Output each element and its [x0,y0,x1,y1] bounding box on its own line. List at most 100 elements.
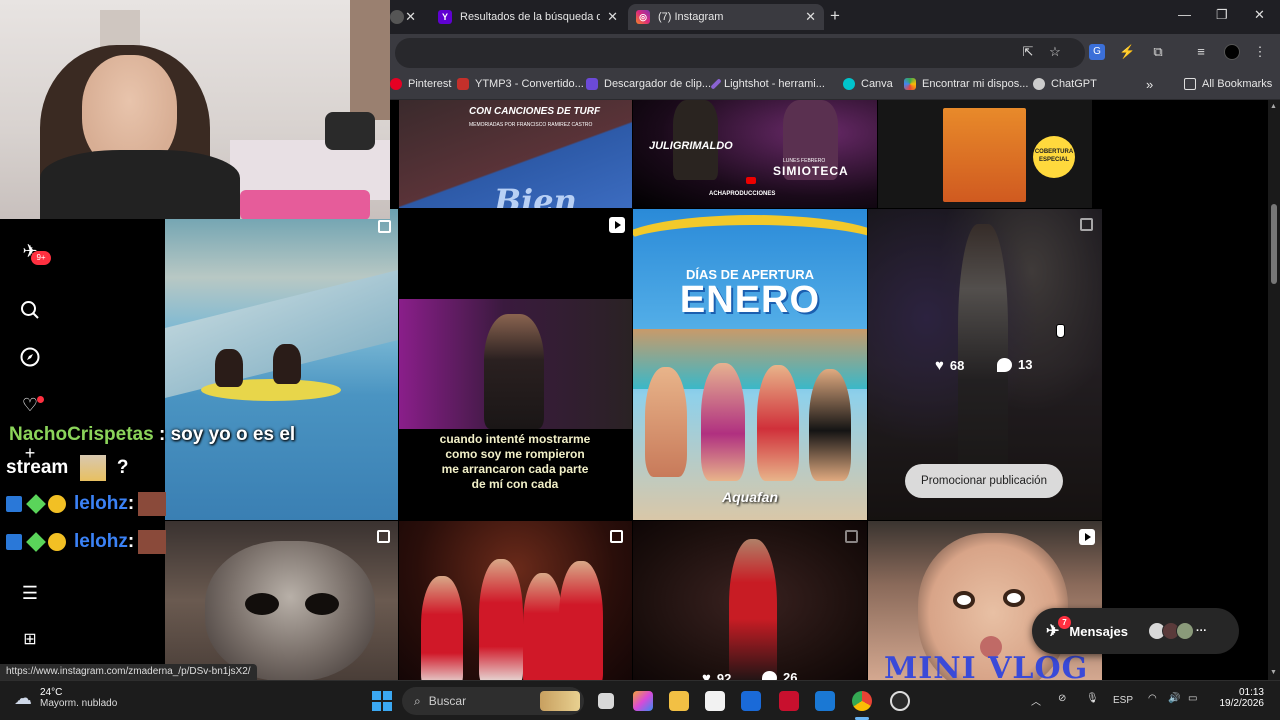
mcafee-icon[interactable] [779,691,799,711]
post-tile-reel-quote[interactable]: cuando intenté mostrarme como soy me rom… [399,209,632,520]
clock-time: 01:13 [1238,687,1264,698]
post-artist-left: JULIGRIMALDO [649,140,733,152]
bookmark-label: YTMP3 - Convertido... [475,78,584,90]
battery-icon[interactable]: ▭ [1188,693,1197,704]
bookmark-ytmp3[interactable]: YTMP3 - Convertido... [457,78,584,90]
volume-icon[interactable]: 🔊 [1168,693,1180,704]
microphone-icon[interactable]: 🎙 [1086,693,1099,704]
emote-image [138,530,167,554]
post-tile-cobertura[interactable]: COBERTURA ESPECIAL [878,100,1092,208]
close-window-icon[interactable]: ✕ [1254,7,1265,23]
post-tile-red-dress[interactable] [633,521,867,680]
copilot-icon[interactable] [633,691,653,711]
profile-avatar[interactable] [1224,44,1240,60]
carousel-icon [1080,218,1093,231]
eye [953,591,975,609]
new-tab-icon[interactable]: + [830,6,840,26]
language-indicator[interactable]: ESP [1113,695,1133,706]
dell-icon[interactable] [741,691,761,711]
restore-icon[interactable]: ❐ [1216,7,1228,23]
extensions-puzzle-icon[interactable]: ⧉ [1150,44,1166,60]
post-turf-subtitle: MEMORIADAS POR FRANCISCO RAMIREZ CASTRO [469,122,593,128]
chat-separator: : [127,493,135,514]
tab-generic[interactable]: ✕ [390,4,424,30]
post-tile-vlog[interactable]: MINI VLOG [868,521,1102,680]
more-bookmarks-icon[interactable]: » [1146,77,1153,92]
post-tile-mask[interactable] [165,521,398,680]
person-silhouette [757,365,799,481]
task-view-icon[interactable] [598,693,614,709]
outlook-icon[interactable] [815,691,835,711]
obs-icon[interactable] [890,691,910,711]
file-explorer-icon[interactable] [669,691,689,711]
find-device-icon [904,78,916,90]
search-icon[interactable] [19,300,41,322]
extension-icon[interactable]: ⚡ [1119,44,1135,60]
person-silhouette [484,314,544,429]
close-tab-icon[interactable]: ✕ [405,9,416,25]
person-silhouette [809,369,851,481]
chrome-icon[interactable] [852,691,872,711]
aquafan-line2: ENERO [679,279,821,321]
scroll-up-icon[interactable]: ▲ [1270,103,1277,110]
post-producer: ACHAPRODUCCIONES [709,191,776,197]
network-off-icon[interactable]: ⊘ [1058,693,1066,704]
translate-extension-icon[interactable]: G [1089,44,1105,60]
post-artist-right: SIMIOTECA [773,164,849,178]
reel-icon [1079,529,1095,545]
post-tile-juligrimaldo[interactable]: JULIGRIMALDO LUNES FEBRERO SIMIOTECA ACH… [633,100,877,208]
tab-instagram[interactable]: ◎ (7) Instagram ✕ [628,4,824,30]
likes-value: 68 [949,358,965,373]
bookmark-label: Pinterest [408,78,452,90]
weather-widget[interactable]: ☁ 24°C Mayorm. nublado [14,687,117,709]
explore-compass-icon[interactable] [19,347,41,369]
wifi-icon[interactable]: ◠ [1148,693,1157,704]
all-bookmarks-button[interactable]: All Bookmarks [1184,78,1272,90]
person-silhouette [729,539,777,680]
heart-filled-icon: ♥ [935,357,944,374]
bookmark-lightshot[interactable]: Lightshot - herrami... [710,78,825,90]
post-turf-title: CON CANCIONES DE TURF [469,106,601,117]
messages-button[interactable]: ✈ 7 Mensajes ··· [1032,608,1239,654]
bookmark-pinterest[interactable]: Pinterest [390,78,451,90]
chat-username: lelohz [74,493,128,514]
install-app-icon[interactable]: ⇱ [1020,44,1036,60]
person-silhouette [479,559,523,680]
instagram-icon: ◎ [636,10,650,24]
post-comment-count: 13 [997,357,1032,372]
taskbar-search[interactable]: ⌕ Buscar [402,687,584,715]
tab-yahoo[interactable]: Y Resultados de la búsqueda de ✕ [430,4,626,30]
bookmark-star-icon[interactable]: ☆ [1047,44,1063,60]
page-scrollbar[interactable]: ▲ ▼ [1268,100,1280,680]
youtube-icon [746,177,756,184]
bookmark-encontrar[interactable]: Encontrar mi dispos... [904,78,1028,90]
bookmark-descargador[interactable]: Descargador de clip... [586,78,711,90]
post-tile-turf[interactable]: CON CANCIONES DE TURF MEMORIADAS POR FRA… [399,100,632,208]
post-tile-waterslide[interactable] [165,209,398,520]
menu-kebab-icon[interactable]: ⋮ [1252,44,1268,60]
close-tab-icon[interactable]: ✕ [805,9,816,25]
minimize-icon[interactable]: — [1178,7,1191,22]
tray-overflow-icon[interactable]: ︿ [1031,693,1041,708]
post-tile-aquafan[interactable]: DÍAS DE APERTURA ENERO Aquafan [633,209,867,520]
more-apps-icon[interactable]: ⊞ [19,629,41,651]
yahoo-icon: Y [438,10,452,24]
person-silhouette [421,576,463,680]
promote-post-button[interactable]: Promocionar publicación [905,464,1063,498]
media-control-icon[interactable]: ≡ [1193,44,1209,60]
menu-hamburger-icon[interactable]: ☰ [19,582,41,604]
scrollbar-thumb[interactable] [1271,204,1277,284]
close-tab-icon[interactable]: ✕ [607,9,618,25]
pink-cushion [240,190,370,219]
aquafan-logo: Aquafan [722,489,778,505]
post-tile-red-group[interactable] [399,521,632,680]
store-icon[interactable] [705,691,725,711]
link-status-bar: https://www.instagram.com/zmaderna_/p/DS… [0,664,257,680]
bookmark-chatgpt[interactable]: ChatGPT [1033,78,1097,90]
windows-start-icon[interactable] [372,691,392,711]
bookmark-canva[interactable]: Canva [843,78,893,90]
scroll-down-icon[interactable]: ▼ [1270,669,1277,676]
clock[interactable]: 01:13 19/2/2026 [1214,687,1265,709]
room-door [350,0,390,120]
address-bar[interactable] [395,38,1085,68]
